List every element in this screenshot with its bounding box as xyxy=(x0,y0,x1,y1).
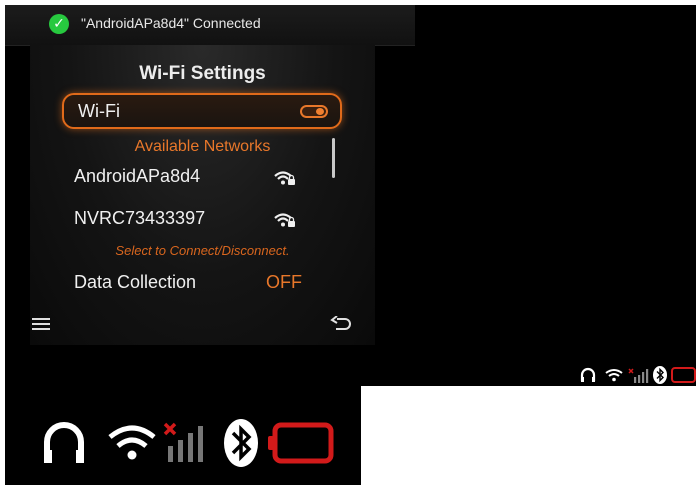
headphones-icon xyxy=(44,422,84,463)
wifi-lock-icon xyxy=(274,171,295,185)
wifi-settings-panel: Wi-Fi Settings Wi-Fi Available Networks … xyxy=(30,45,375,345)
status-bar-large xyxy=(41,410,341,470)
wifi-toggle-label: Wi-Fi xyxy=(78,101,120,121)
back-icon[interactable] xyxy=(330,316,352,332)
wifi-icon xyxy=(108,425,156,460)
connect-hint: Select to Connect/Disconnect. xyxy=(115,243,290,258)
data-collection-value[interactable]: OFF xyxy=(266,272,302,293)
cellular-no-signal-icon xyxy=(163,422,203,462)
toggle-knob xyxy=(316,108,324,115)
wifi-icon xyxy=(605,369,623,382)
headphones-icon xyxy=(580,367,596,382)
screen-canvas: ✓ "AndroidAPa8d4" Connected Wi-Fi Settin… xyxy=(5,5,696,485)
check-circle-icon: ✓ xyxy=(49,14,69,34)
bluetooth-icon xyxy=(224,419,258,467)
notification-text: "AndroidAPa8d4" Connected xyxy=(81,15,261,31)
connection-notification: ✓ "AndroidAPa8d4" Connected xyxy=(5,5,415,46)
wifi-lock-icon xyxy=(274,213,295,227)
network-item-androidapa8d4[interactable]: AndroidAPa8d4 xyxy=(74,166,200,187)
cellular-no-signal-icon xyxy=(628,368,649,383)
available-networks-header: Available Networks xyxy=(134,138,271,155)
menu-icon[interactable] xyxy=(32,317,50,331)
battery-empty-icon xyxy=(671,367,696,383)
page-title: Wi-Fi Settings xyxy=(139,63,266,84)
status-bar-small xyxy=(580,366,696,384)
wifi-toggle-switch[interactable] xyxy=(300,105,328,118)
battery-empty-icon xyxy=(268,422,334,464)
network-item-nvrc73433397[interactable]: NVRC73433397 xyxy=(74,208,205,229)
wifi-toggle-row[interactable]: Wi-Fi xyxy=(62,93,342,129)
data-collection-label[interactable]: Data Collection xyxy=(74,272,196,293)
bluetooth-icon xyxy=(653,366,667,384)
list-scrollbar[interactable] xyxy=(332,138,335,178)
